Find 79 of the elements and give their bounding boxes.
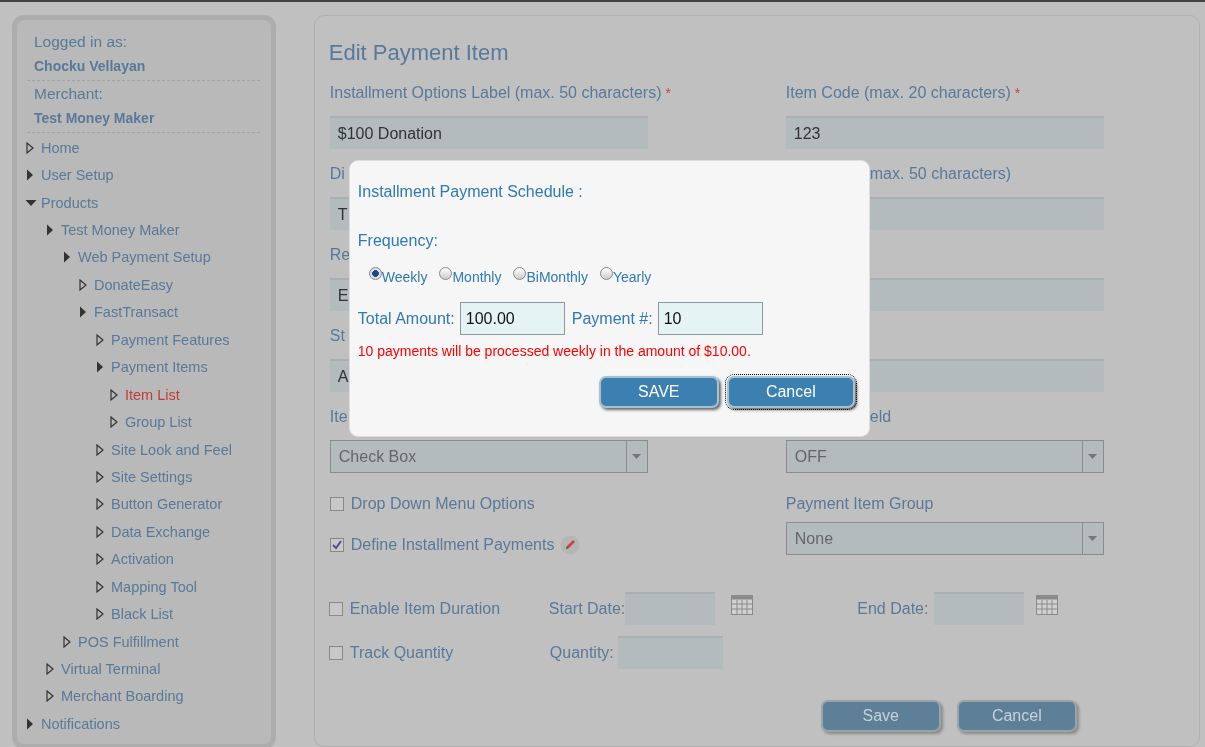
calendar-icon[interactable] <box>1036 594 1059 615</box>
field-label: Re <box>329 246 351 263</box>
required-mark: * <box>1014 85 1021 101</box>
input-field[interactable]: 123 <box>785 116 1104 149</box>
checkbox[interactable] <box>329 497 344 511</box>
nav-item[interactable]: Activation <box>23 545 260 573</box>
field-label: Total Amount: <box>357 309 455 328</box>
radio-label: Yearly <box>612 268 652 286</box>
nav-item[interactable]: Payment Items <box>23 353 260 381</box>
page-title: Edit Payment Item <box>328 39 510 67</box>
checkbox-label: Track Quantity <box>349 643 455 662</box>
caret-icon <box>1088 536 1098 541</box>
radio-button[interactable] <box>513 267 527 280</box>
dropdown-field[interactable]: Check Box <box>329 440 648 473</box>
radio-label: BiMonthly <box>526 268 588 286</box>
dropdown-field[interactable]: None <box>785 522 1104 555</box>
dropdown-field[interactable]: OFF <box>785 440 1104 473</box>
cancel-button[interactable]: Cancel <box>956 700 1077 732</box>
cancel-button[interactable]: Cancel <box>726 376 855 408</box>
save-button[interactable]: Save <box>820 700 941 732</box>
nav-item[interactable]: Black List <box>23 600 260 628</box>
nav-item[interactable]: Test Money Maker <box>23 216 260 244</box>
radio-button[interactable] <box>439 267 453 280</box>
nav-item[interactable]: POS Fulfillment <box>23 627 260 656</box>
nav-item[interactable]: Button Generator <box>23 490 260 519</box>
merchant-label: Merchant: <box>33 84 104 104</box>
checkbox[interactable] <box>328 601 343 616</box>
nav-item[interactable]: Web Payment Setup <box>23 243 260 272</box>
field-label: Quantity: <box>549 643 614 662</box>
field-label: max. 50 characters) <box>869 165 1012 182</box>
input-field[interactable]: $100 Donation <box>329 116 648 149</box>
input-field[interactable]: 100.00 <box>459 302 565 335</box>
dialog-title: Installment Payment Schedule : <box>357 182 584 202</box>
checkbox-label: Drop Down Menu Options <box>350 495 535 513</box>
field-label: End Date: <box>857 599 929 618</box>
nav-item[interactable]: Group List <box>23 408 260 436</box>
summary-message: 10 payments will be processed weekly in the amount of $10.00. <box>357 343 752 359</box>
checkbox-label: Enable Item Duration <box>349 599 502 618</box>
nav-item[interactable]: Virtual Terminal <box>23 655 260 683</box>
nav-item[interactable]: FastTransact <box>23 298 260 327</box>
nav-item[interactable]: Home <box>23 134 260 162</box>
nav-item[interactable]: Payment Features <box>23 326 260 354</box>
merchant-name: Test Money Maker <box>33 109 156 128</box>
nav-item[interactable]: Site Settings <box>23 463 260 491</box>
field-label: Di <box>329 165 345 182</box>
nav-item[interactable]: Merchant Boarding <box>23 682 260 711</box>
nav-item[interactable]: Site Look and Feel <box>23 435 260 464</box>
field-label: Ite <box>329 408 348 425</box>
radio-button[interactable] <box>368 267 382 280</box>
pencil-icon[interactable] <box>560 535 581 555</box>
radio-label: Weekly <box>381 268 428 286</box>
nav-item[interactable]: Data Exchange <box>23 518 260 546</box>
nav-item[interactable]: DonateEasy <box>23 271 260 299</box>
nav-item[interactable]: Mapping Tool <box>23 573 260 601</box>
checkbox[interactable] <box>329 538 344 552</box>
nav-item[interactable]: Item List <box>23 380 260 409</box>
field-label: Start Date: <box>548 599 626 618</box>
user-name: Chocku Vellayan <box>33 57 147 76</box>
nav-item[interactable]: Products <box>23 188 260 217</box>
required-mark: * <box>665 85 671 101</box>
save-button[interactable]: SAVE <box>598 376 719 408</box>
checkbox-label: Define Installment Payments <box>350 536 555 554</box>
field-label: Payment #: <box>571 309 653 328</box>
checkbox[interactable] <box>328 645 343 660</box>
field-label: St <box>329 327 345 344</box>
logged-in-label: Logged in as: <box>33 32 129 52</box>
field-label: Payment Item Group <box>785 495 935 513</box>
field-label: eld <box>869 408 892 425</box>
field-label: Item Code (max. 20 characters) <box>785 84 1011 101</box>
caret-icon <box>632 454 642 459</box>
nav-item[interactable]: Notifications <box>23 710 260 738</box>
calendar-icon[interactable] <box>731 594 754 615</box>
caret-icon <box>1088 454 1098 459</box>
nav-item[interactable]: User Setup <box>23 161 260 189</box>
radio-button[interactable] <box>599 267 613 280</box>
radio-label: Monthly <box>452 268 502 286</box>
field-label: Frequency: <box>357 232 439 250</box>
input-field[interactable]: 10 <box>657 302 763 335</box>
field-label: Installment Options Label (max. 50 characters) <box>329 84 662 101</box>
